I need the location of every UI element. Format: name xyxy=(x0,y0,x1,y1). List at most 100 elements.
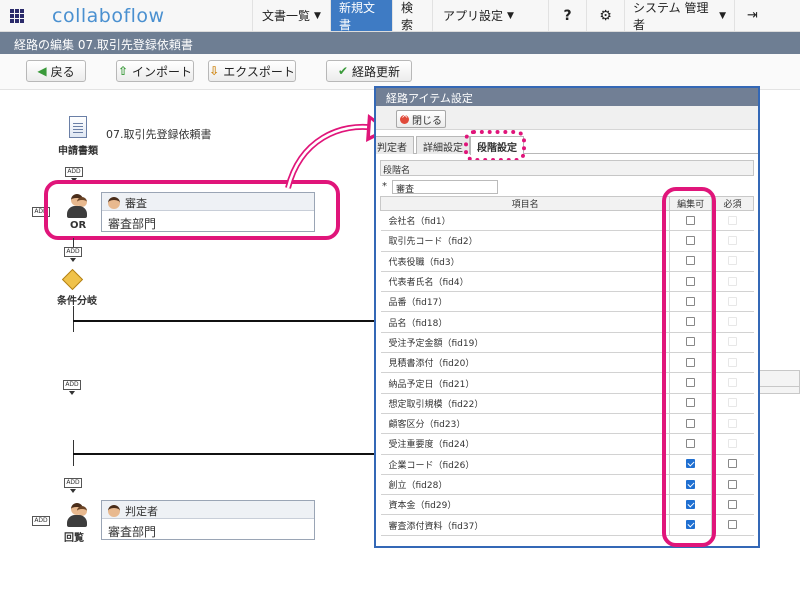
nav-search[interactable]: 検索 xyxy=(392,0,432,32)
required-mark: * xyxy=(382,181,387,192)
required-cell xyxy=(711,271,754,293)
required-checkbox[interactable] xyxy=(728,276,738,286)
add-step-button-2[interactable]: ADD xyxy=(64,247,82,257)
settings-button[interactable]: ⚙ xyxy=(586,0,624,31)
upload-icon: ⇧ xyxy=(117,64,129,78)
required-cell xyxy=(711,372,754,394)
item-name: 納品予定日（fid21） xyxy=(380,372,670,394)
app-logo[interactable]: collaboflow xyxy=(52,5,165,27)
chevron-down-icon: ▼ xyxy=(314,10,321,21)
user-name: システム 管理者 xyxy=(633,0,709,32)
document-icon xyxy=(69,116,87,138)
column-header-item: 項目名 xyxy=(379,196,671,211)
logout-button[interactable]: ⇥ xyxy=(734,0,770,31)
required-checkbox[interactable] xyxy=(728,520,738,530)
step-name-label: 段階名 xyxy=(380,160,754,176)
step2-header: 判定者 xyxy=(102,501,314,519)
required-checkbox[interactable] xyxy=(728,378,738,388)
required-cell xyxy=(711,251,754,272)
required-checkbox[interactable] xyxy=(728,215,738,225)
update-route-button[interactable]: ✔ 経路更新 xyxy=(326,60,412,82)
item-name: 代表役職（fid3） xyxy=(380,251,670,272)
close-button-label: 閉じる xyxy=(412,115,442,127)
form-label: 申請書類 xyxy=(58,146,98,157)
dialog-tabs: 判定者 詳細設定 段階設定 xyxy=(376,130,758,155)
required-cell xyxy=(711,494,754,516)
nav-documents[interactable]: 文書一覧 ▼ xyxy=(252,0,330,31)
step-name-input[interactable]: 審査 xyxy=(392,180,498,195)
nav-app-settings[interactable]: アプリ設定 ▼ xyxy=(432,0,524,31)
required-checkbox[interactable] xyxy=(728,296,738,306)
help-button[interactable]: ? xyxy=(548,0,586,31)
add-parallel-button-2[interactable]: ADD xyxy=(32,516,50,526)
item-name: 代表者氏名（fid4） xyxy=(380,271,670,293)
background-panel xyxy=(760,370,800,394)
arrow-down-icon xyxy=(69,391,75,395)
item-name: 創立（fid28） xyxy=(380,474,670,496)
close-icon xyxy=(400,111,409,124)
required-checkbox[interactable] xyxy=(728,256,738,266)
dialog-title: 経路アイテム設定 xyxy=(376,88,758,106)
page-title: 経路の編集 07.取引先登録依頼書 xyxy=(0,32,800,54)
user-menu[interactable]: システム 管理者 ▼ xyxy=(624,0,734,32)
step2-card[interactable]: 判定者 審査部門 xyxy=(101,500,315,540)
app-grid-icon[interactable] xyxy=(10,9,24,23)
required-checkbox[interactable] xyxy=(728,398,738,408)
item-name: 企業コード（fid26） xyxy=(380,454,670,475)
import-button[interactable]: ⇧ インポート xyxy=(116,60,194,82)
item-name: 受注予定金額（fid19） xyxy=(380,332,670,354)
export-button-label: エクスポート xyxy=(223,64,295,79)
condition-branch-icon xyxy=(63,270,81,288)
required-cell xyxy=(711,291,754,313)
background-panel-line xyxy=(760,386,800,387)
highlight-tab xyxy=(464,130,526,162)
step2-title: 判定者 xyxy=(125,504,158,518)
close-button[interactable]: 閉じる xyxy=(396,110,446,128)
required-cell xyxy=(711,210,754,232)
column-header-required: 必須 xyxy=(711,196,754,211)
form-name: 07.取引先登録依頼書 xyxy=(106,128,212,141)
back-button-label: 戻る xyxy=(50,64,75,79)
required-cell xyxy=(711,332,754,354)
required-checkbox[interactable] xyxy=(728,418,738,428)
required-cell xyxy=(711,311,754,333)
add-step-button[interactable]: ADD xyxy=(65,167,83,177)
add-branch-button[interactable]: ADD xyxy=(63,380,81,390)
nav-new-document[interactable]: 新規文書 xyxy=(330,0,392,32)
required-cell xyxy=(711,230,754,252)
update-route-button-label: 経路更新 xyxy=(352,64,401,79)
required-cell xyxy=(711,454,754,475)
item-name: 審査添付資料（fid37） xyxy=(380,514,670,536)
back-button[interactable]: ◀ 戻る xyxy=(26,60,86,82)
required-checkbox[interactable] xyxy=(728,317,738,327)
nav-new-document-label: 新規文書 xyxy=(339,0,376,32)
item-name: 品番（fid17） xyxy=(380,291,670,313)
item-name: 会社名（fid1） xyxy=(380,210,670,232)
connector-line xyxy=(73,306,74,332)
tab-detail-settings[interactable]: 詳細設定 xyxy=(416,136,470,154)
required-checkbox[interactable] xyxy=(728,337,738,347)
export-button[interactable]: ⇩ エクスポート xyxy=(208,60,296,82)
check-icon: ✔ xyxy=(337,64,349,78)
required-cell xyxy=(711,393,754,414)
step2-type-label: 回覧 xyxy=(64,533,84,544)
required-checkbox[interactable] xyxy=(728,479,738,489)
arrow-down-icon xyxy=(70,489,76,493)
required-checkbox[interactable] xyxy=(728,459,738,469)
tab-approver[interactable]: 判定者 xyxy=(376,136,414,154)
item-name: 顧客区分（fid23） xyxy=(380,413,670,435)
item-name: 取引先コード（fid2） xyxy=(380,230,670,252)
add-step-button-3[interactable]: ADD xyxy=(64,478,82,488)
dialog-toolbar: 閉じる xyxy=(376,106,758,130)
import-button-label: インポート xyxy=(132,64,193,79)
required-cell xyxy=(711,352,754,374)
required-checkbox[interactable] xyxy=(728,235,738,245)
nav-documents-label: 文書一覧 xyxy=(262,9,311,23)
required-checkbox[interactable] xyxy=(728,438,738,448)
required-checkbox[interactable] xyxy=(728,499,738,509)
branch-label: 条件分岐 xyxy=(57,296,97,307)
step2-dept: 審査部門 xyxy=(108,525,157,539)
required-checkbox[interactable] xyxy=(728,357,738,367)
arrow-down-icon xyxy=(70,258,76,262)
required-cell xyxy=(711,433,754,455)
